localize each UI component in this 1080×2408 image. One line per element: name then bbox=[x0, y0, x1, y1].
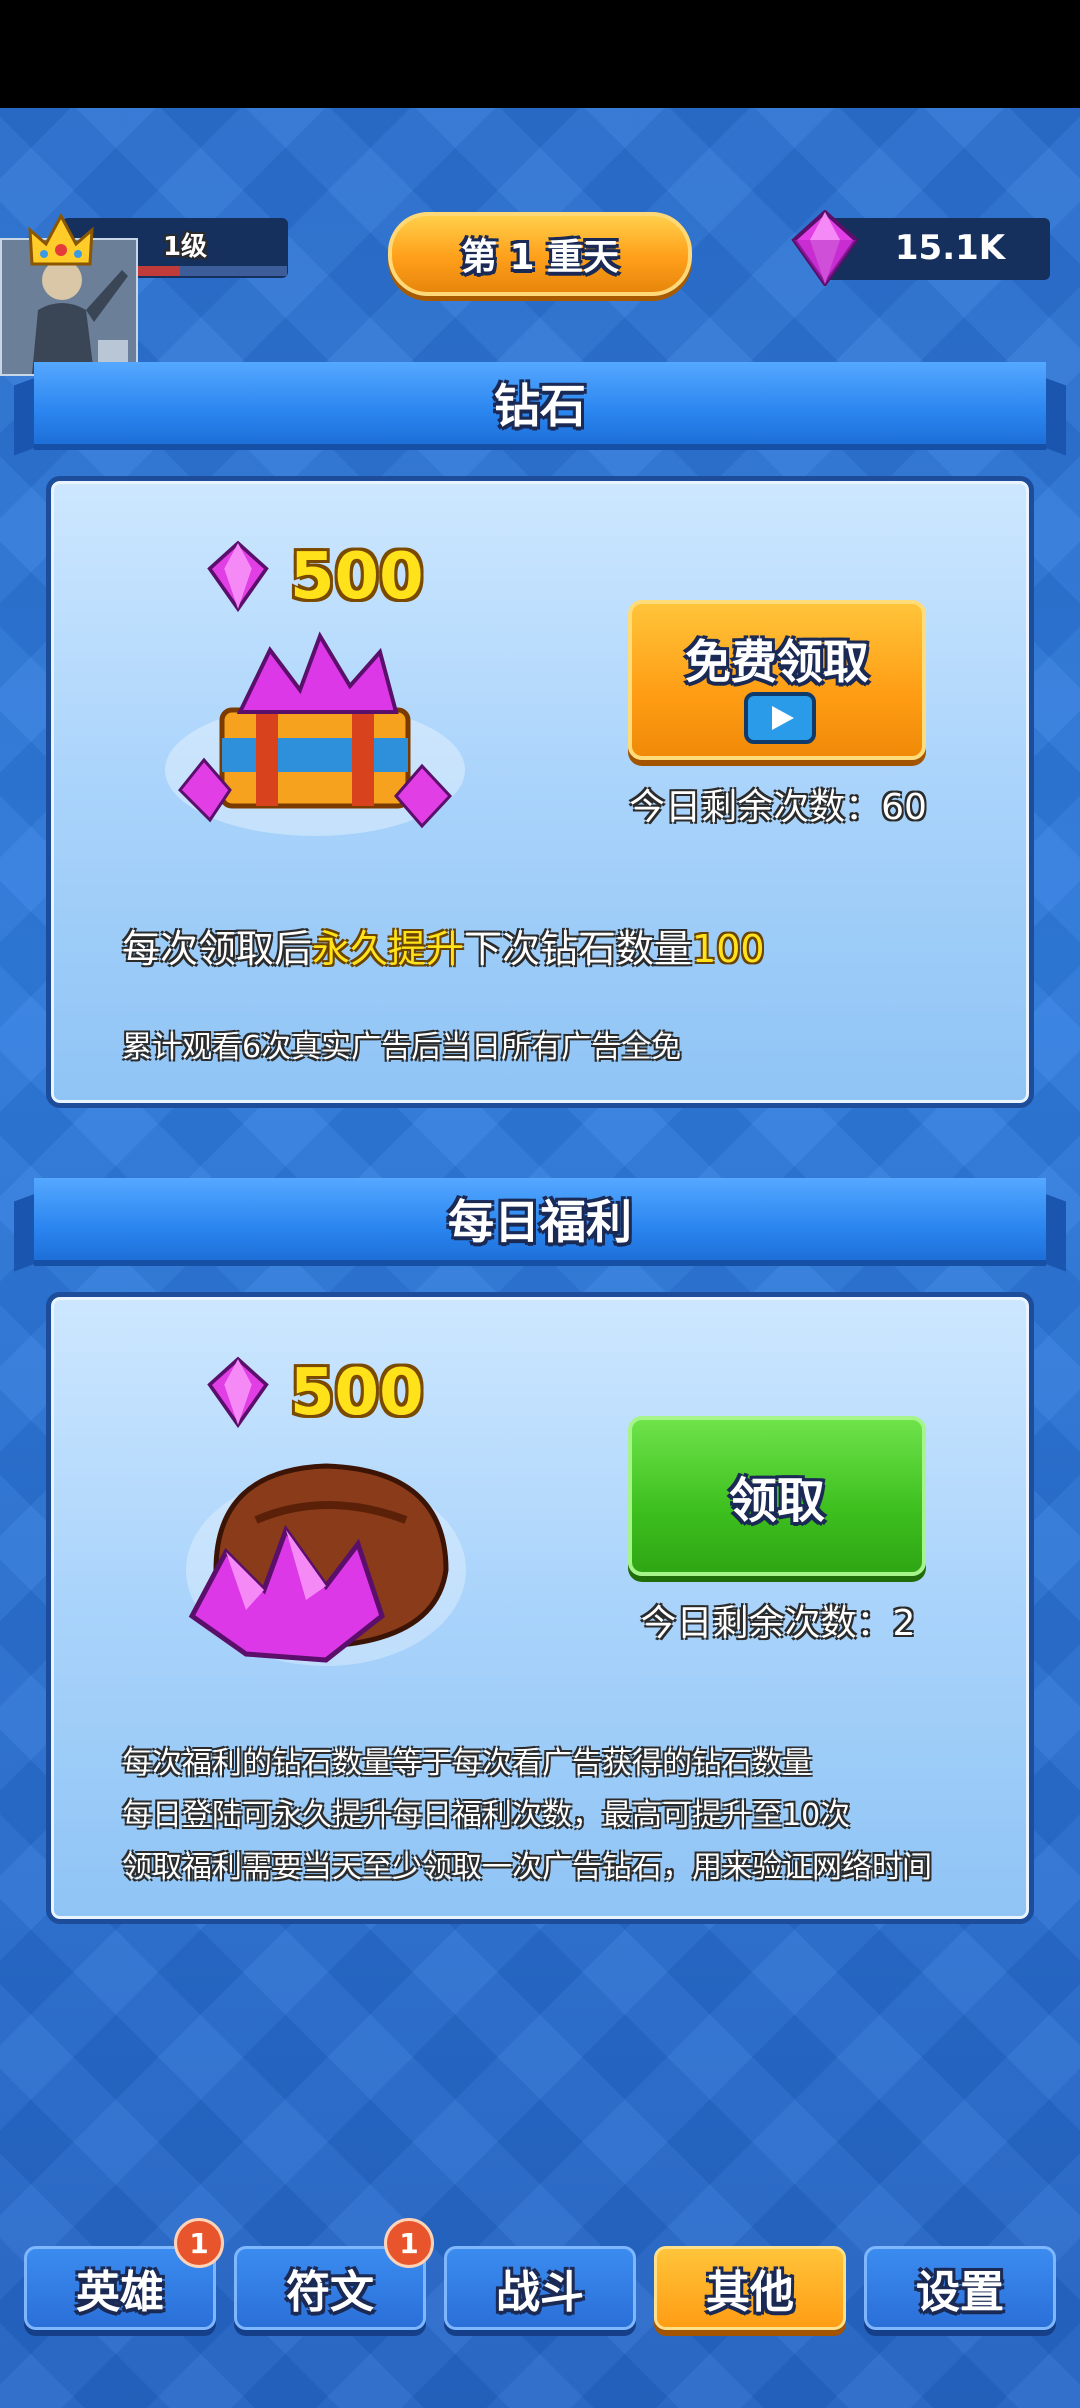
status-bar bbox=[0, 0, 1080, 108]
diamond-remaining-count: 今日剩余次数：60 bbox=[629, 787, 927, 828]
level-progress-bar bbox=[125, 266, 287, 276]
daily-claim-button[interactable]: 领取 bbox=[628, 1416, 926, 1576]
gem-sack-icon bbox=[186, 1463, 466, 1666]
player-level: 1级 bbox=[162, 232, 208, 262]
crown-icon bbox=[28, 212, 94, 266]
nav-hero-badge: 1 bbox=[174, 2218, 224, 2268]
gem-icon bbox=[207, 540, 269, 612]
nav-other[interactable]: 其他 bbox=[654, 2246, 846, 2330]
diamond-upgrade-description: 每次领取后永久提升下次钻石数量100 bbox=[122, 918, 765, 973]
nav-settings[interactable]: 设置 bbox=[864, 2246, 1056, 2330]
video-play-icon bbox=[744, 692, 816, 744]
ad-free-note: 累计观看6次真实广告后当日所有广告全免 bbox=[122, 1030, 682, 1065]
daily-info-line: 每日登陆可永久提升每日福利次数，最高可提升至10次 bbox=[122, 1798, 851, 1833]
daily-remaining-count: 今日剩余次数：2 bbox=[640, 1603, 916, 1644]
free-claim-label: 免费领取 bbox=[685, 635, 869, 689]
desc-prefix: 每次领取后 bbox=[122, 927, 313, 971]
desc-highlight: 永久提升 bbox=[312, 927, 465, 971]
gem-icon bbox=[791, 210, 859, 286]
gem-chest-icon bbox=[165, 631, 465, 836]
stage-button[interactable]: 第 1 重天 bbox=[388, 212, 692, 296]
section-title-daily: 每日福利 bbox=[34, 1178, 1046, 1266]
free-claim-button[interactable]: 免费领取 bbox=[628, 600, 926, 760]
gem-icon bbox=[207, 1356, 269, 1428]
gem-balance: 15.1K bbox=[894, 228, 1006, 268]
desc-middle: 下次钻石数量 bbox=[464, 927, 693, 971]
daily-info-line: 每次福利的钻石数量等于每次看广告获得的钻石数量 bbox=[122, 1746, 812, 1781]
desc-value: 100 bbox=[692, 927, 765, 971]
diamond-reward-amount: 500 bbox=[290, 540, 424, 614]
section-title-diamond: 钻石 bbox=[34, 362, 1046, 450]
daily-reward-amount: 500 bbox=[290, 1356, 424, 1430]
nav-battle[interactable]: 战斗 bbox=[444, 2246, 636, 2330]
nav-rune-badge: 1 bbox=[384, 2218, 434, 2268]
daily-info-line: 领取福利需要当天至少领取一次广告钻石，用来验证网络时间 bbox=[122, 1850, 932, 1885]
